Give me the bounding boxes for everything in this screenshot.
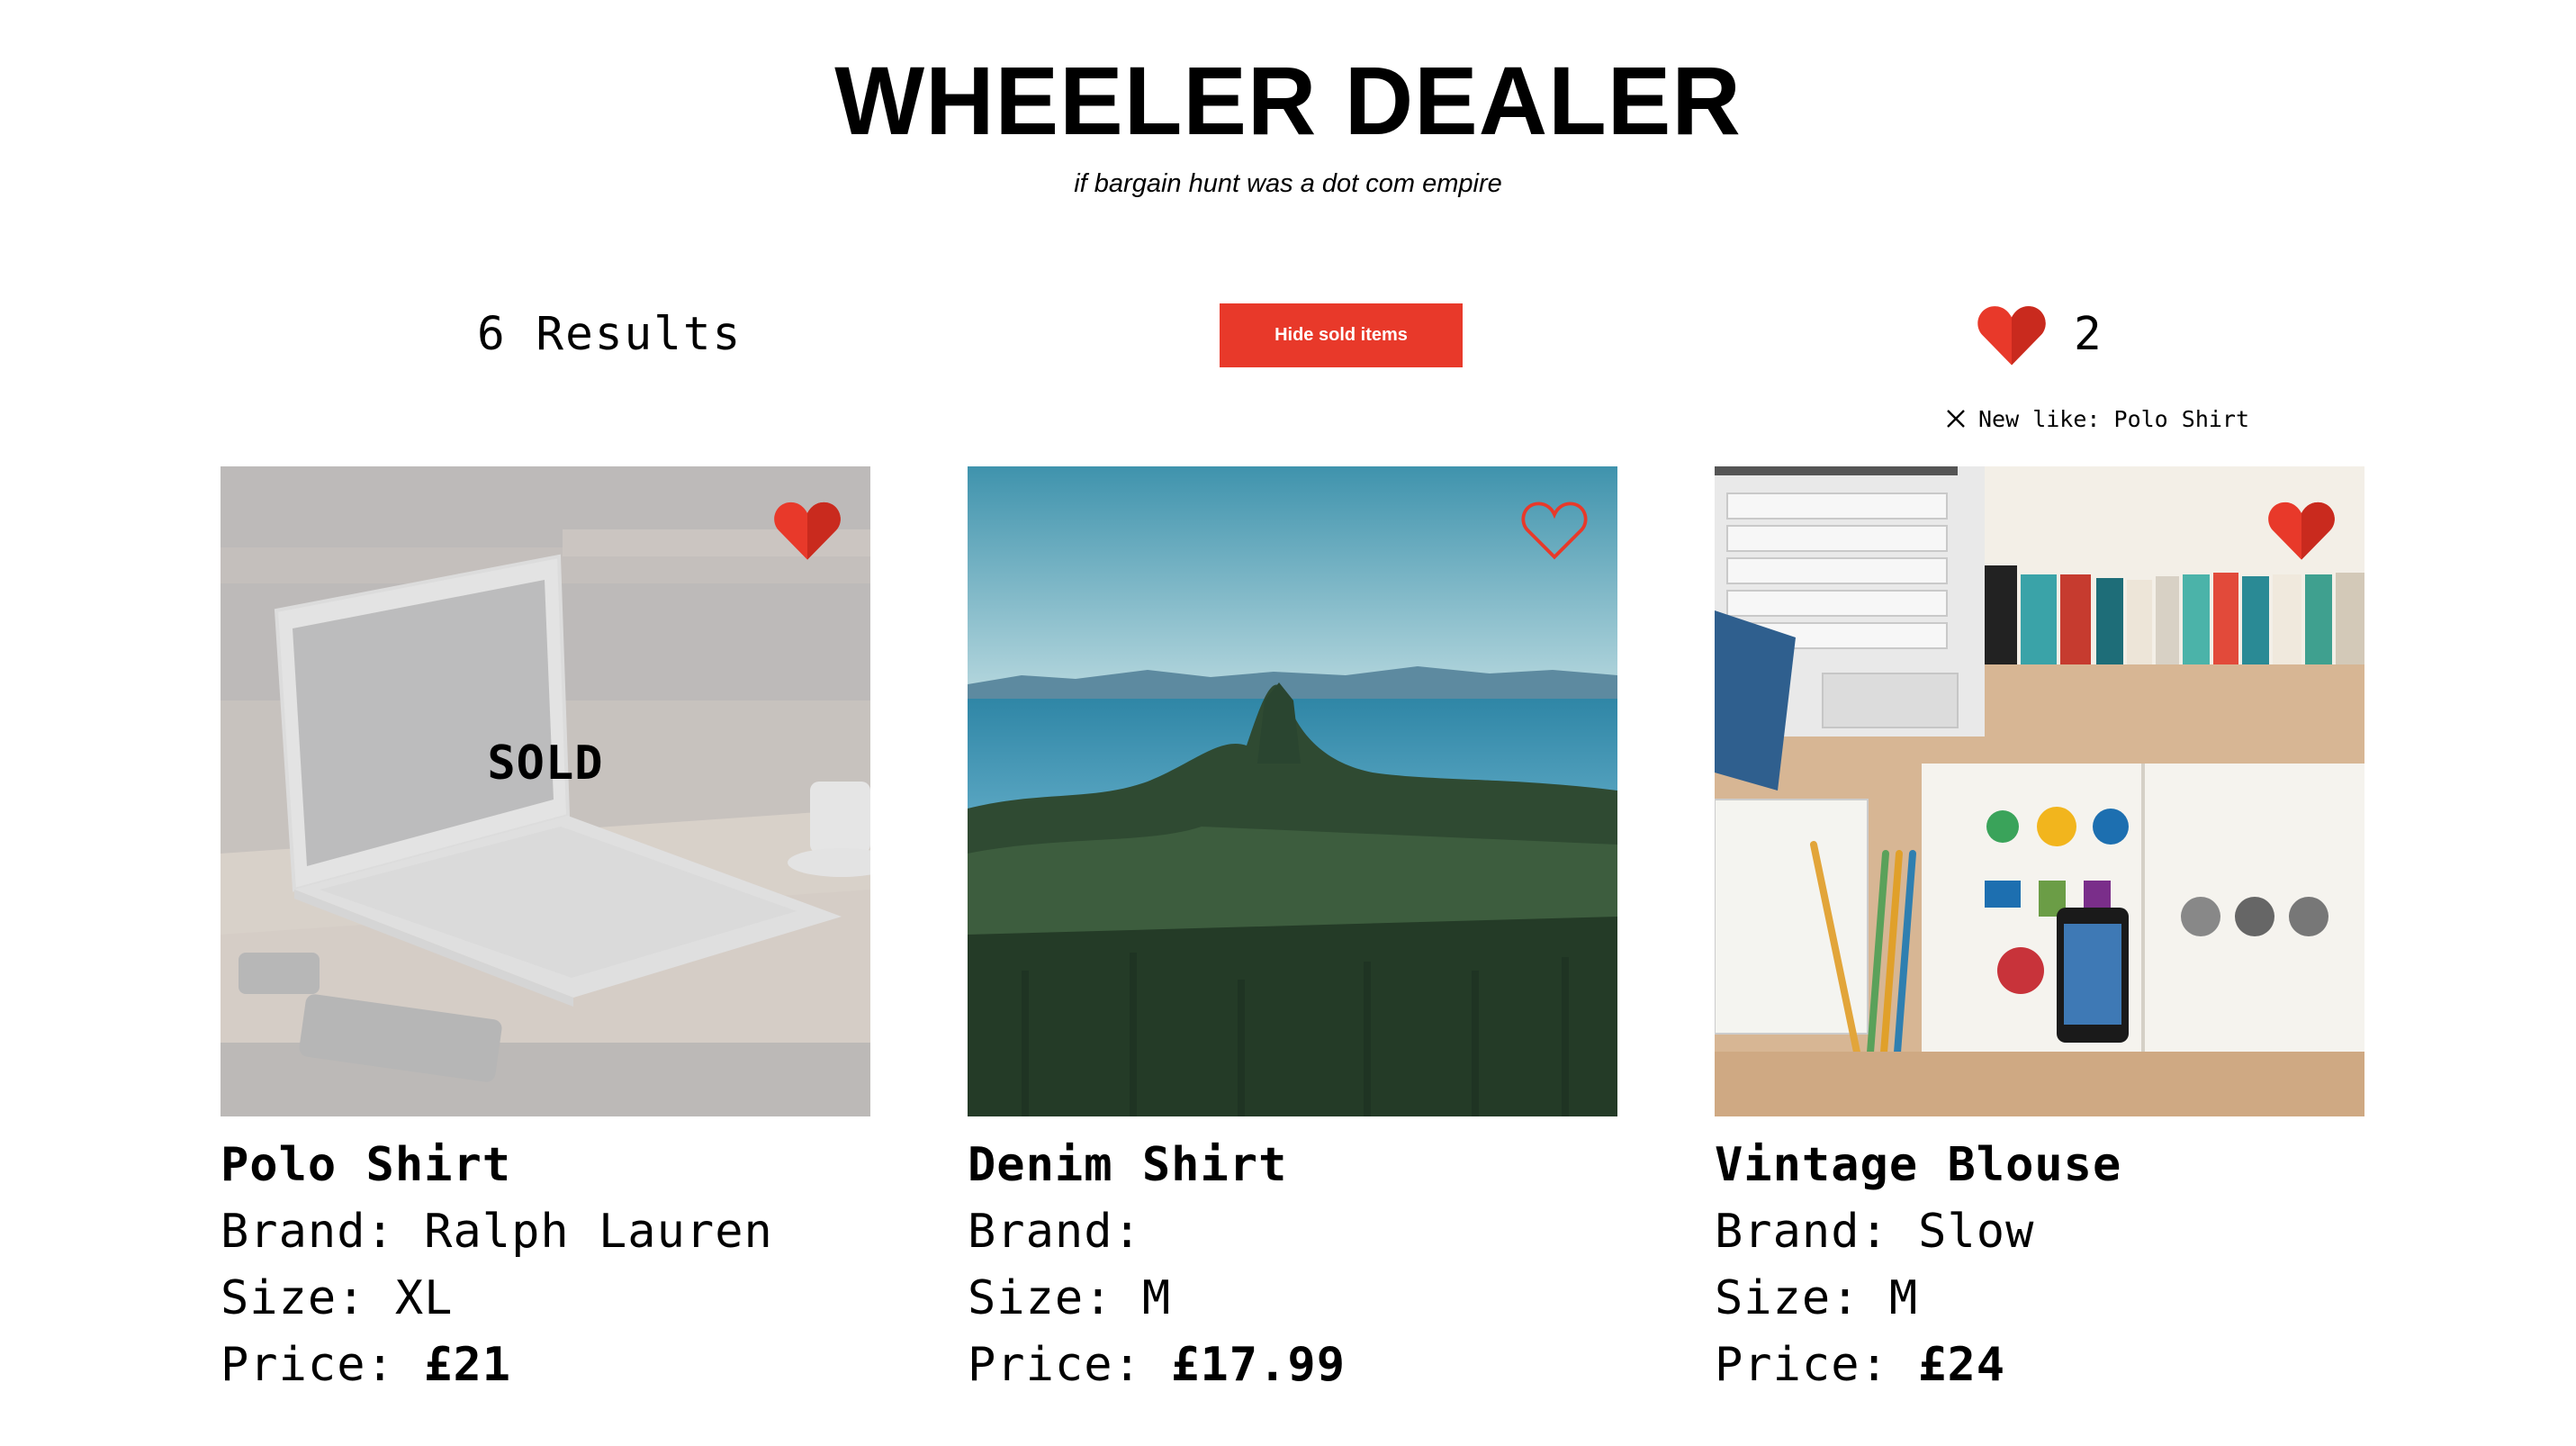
product-image[interactable]: SOLD: [221, 466, 870, 1116]
desk-photo: [1715, 466, 2364, 1116]
likes-count: 2: [2074, 308, 2102, 361]
price-label: Price:: [968, 1338, 1172, 1392]
size-value: XL: [394, 1271, 454, 1325]
product-image[interactable]: [968, 466, 1617, 1116]
product-image[interactable]: [1715, 466, 2364, 1116]
sold-label: SOLD: [487, 737, 604, 791]
heart-outline-icon[interactable]: [1520, 499, 1589, 562]
heart-icon: [1977, 306, 2046, 366]
size-label: Size:: [968, 1271, 1142, 1325]
product-name[interactable]: Polo Shirt: [221, 1142, 870, 1188]
brand-value: Ralph Lauren: [424, 1205, 773, 1259]
product-price: Price: £17.99: [968, 1342, 1617, 1388]
price-value: £24: [1918, 1338, 2006, 1392]
product-name[interactable]: Denim Shirt: [968, 1142, 1617, 1188]
forest-photo: [968, 466, 1617, 1116]
product-size: Size: XL: [221, 1275, 870, 1322]
product-brand: Brand: Ralph Lauren: [221, 1208, 870, 1255]
close-icon[interactable]: [1944, 407, 1968, 430]
heart-filled-icon[interactable]: [773, 499, 842, 562]
brand-label: Brand:: [221, 1205, 425, 1259]
product-size: Size: M: [968, 1275, 1617, 1322]
size-label: Size:: [221, 1271, 395, 1325]
size-value: M: [1141, 1271, 1172, 1325]
product-price: Price: £21: [221, 1342, 870, 1388]
site-title: WHEELER DEALER: [834, 46, 1742, 155]
size-value: M: [1888, 1271, 1919, 1325]
like-notification: New like: Polo Shirt: [1944, 405, 2249, 432]
product-card[interactable]: Vintage Blouse Brand: Slow Size: M Price…: [1715, 466, 2364, 1388]
product-brand: Brand:: [968, 1208, 1617, 1255]
site-tagline: if bargain hunt was a dot com empire: [1074, 169, 1502, 198]
price-label: Price:: [221, 1338, 425, 1392]
brand-label: Brand:: [1715, 1205, 1919, 1259]
price-value: £17.99: [1171, 1338, 1346, 1392]
size-label: Size:: [1715, 1271, 1889, 1325]
price-label: Price:: [1715, 1338, 1919, 1392]
notification-text: New like: Polo Shirt: [1978, 405, 2250, 432]
price-value: £21: [424, 1338, 512, 1392]
product-card[interactable]: SOLD Polo Shirt Brand: Ralph Lauren Size…: [221, 466, 870, 1388]
brand-label: Brand:: [968, 1205, 1172, 1259]
product-brand: Brand: Slow: [1715, 1208, 2364, 1255]
product-card[interactable]: Denim Shirt Brand: Size: M Price: £17.99: [968, 466, 1617, 1388]
product-name[interactable]: Vintage Blouse: [1715, 1142, 2364, 1188]
sold-overlay: [221, 466, 870, 1116]
product-price: Price: £24: [1715, 1342, 2364, 1388]
brand-value: Slow: [1918, 1205, 2035, 1259]
product-size: Size: M: [1715, 1275, 2364, 1322]
hide-sold-items-button[interactable]: Hide sold items: [1220, 303, 1463, 367]
results-count: 6 Results: [477, 308, 743, 361]
heart-filled-icon[interactable]: [2267, 499, 2336, 562]
